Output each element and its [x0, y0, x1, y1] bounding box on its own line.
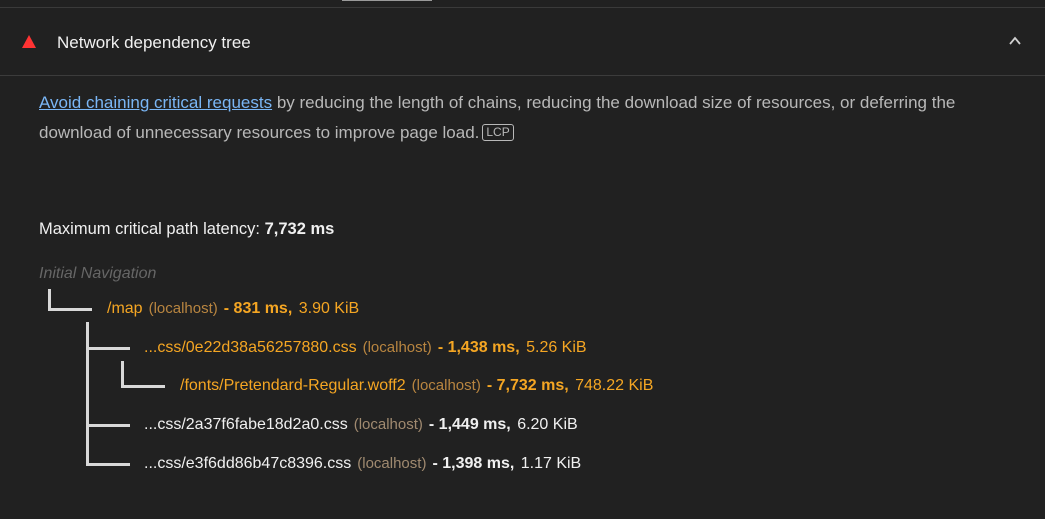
node-url: ...css/e3f6dd86b47c8396.css: [144, 455, 352, 472]
tree-node: ...css/2a37f6fabe18d2a0.css (localhost) - …: [144, 416, 578, 434]
node-url: ...css/2a37f6fabe18d2a0.css: [144, 416, 348, 433]
audit-description: Avoid chaining critical requests by redu…: [39, 88, 1029, 148]
lcp-badge: LCP: [482, 124, 514, 141]
avoid-chaining-link[interactable]: Avoid chaining critical requests: [39, 93, 272, 112]
node-host: (localhost): [353, 416, 423, 433]
node-host: (localhost): [148, 300, 218, 317]
tree-connector: [86, 322, 89, 466]
tree-connector: [86, 463, 130, 466]
audit-title: Network dependency tree: [57, 33, 251, 52]
node-size: 1.17 KiB: [520, 455, 582, 472]
max-latency: Maximum critical path latency: 7,732 ms: [39, 220, 334, 239]
initial-navigation-label: Initial Navigation: [39, 265, 157, 282]
warning-triangle-icon: [22, 35, 36, 48]
node-time: - 1,438 ms,: [437, 339, 520, 356]
tree-connector: [121, 385, 165, 388]
node-url: /map: [107, 300, 143, 317]
active-tab-indicator: [342, 0, 432, 5]
node-time: - 1,398 ms,: [432, 455, 515, 472]
node-size: 3.90 KiB: [298, 300, 360, 317]
node-time: - 1,449 ms,: [428, 416, 511, 433]
latency-value: 7,732 ms: [264, 220, 335, 238]
node-host: (localhost): [362, 339, 432, 356]
tree-node: ...css/0e22d38a56257880.css (localhost) - …: [144, 339, 587, 357]
tree-node: /fonts/Pretendard-Regular.woff2 (localhos…: [180, 377, 653, 395]
node-size: 5.26 KiB: [526, 339, 587, 356]
tree-connector: [86, 424, 130, 427]
latency-label: Maximum critical path latency:: [39, 220, 260, 238]
node-time: - 831 ms,: [223, 300, 293, 317]
tree-connector: [121, 361, 124, 388]
tree-connector: [86, 347, 130, 350]
tree-node: /map (localhost) - 831 ms, 3.90 KiB: [107, 300, 359, 318]
audit-header[interactable]: Network dependency tree: [0, 8, 1045, 76]
tree-node: ...css/e3f6dd86b47c8396.css (localhost) - …: [144, 455, 581, 473]
tree-connector: [48, 308, 92, 311]
node-url: ...css/0e22d38a56257880.css: [144, 339, 357, 356]
node-size: 6.20 KiB: [517, 416, 578, 433]
node-url: /fonts/Pretendard-Regular.woff2: [180, 377, 406, 394]
chevron-up-icon[interactable]: [1009, 35, 1021, 47]
node-host: (localhost): [411, 377, 481, 394]
node-size: 748.22 KiB: [575, 377, 654, 394]
node-time: - 7,732 ms,: [486, 377, 569, 394]
node-host: (localhost): [357, 455, 427, 472]
